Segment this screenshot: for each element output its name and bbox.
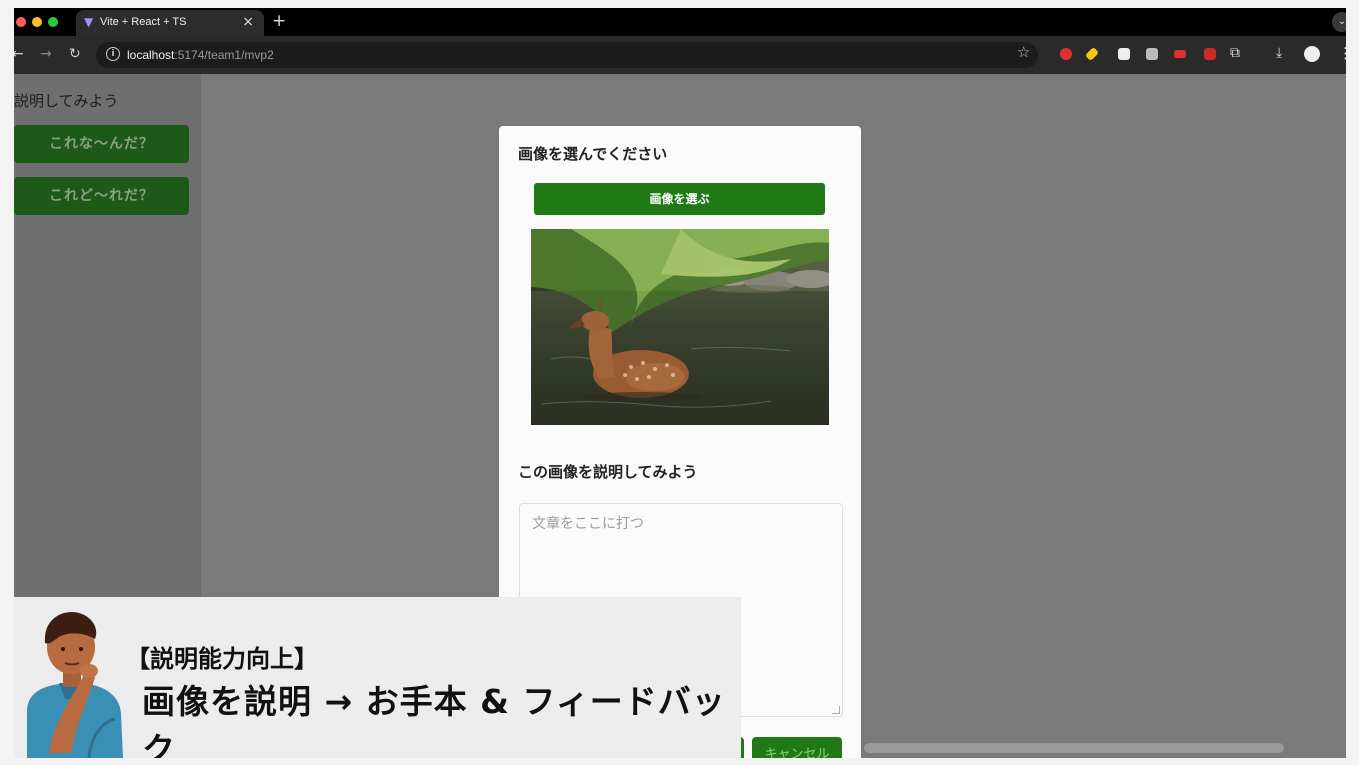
- url-text: localhost:5174/team1/mvp2: [127, 48, 274, 62]
- thinking-person-illustration: [27, 612, 123, 758]
- site-info-icon[interactable]: i: [106, 47, 120, 61]
- tab-search-icon[interactable]: ⌄: [1332, 12, 1346, 32]
- sidebar-item-kore-nanda[interactable]: これな〜んだ？: [14, 125, 189, 163]
- minimize-window-icon[interactable]: [32, 17, 42, 27]
- tab-close-icon[interactable]: ×: [242, 14, 254, 30]
- reload-icon[interactable]: ↻: [69, 46, 81, 62]
- sidebar-title: 説明してみよう: [14, 92, 119, 110]
- address-bar[interactable]: i localhost:5174/team1/mvp2: [96, 42, 1038, 68]
- profile-avatar-icon[interactable]: [1304, 46, 1320, 62]
- browser-toolbar: ← → ↻ i localhost:5174/team1/mvp2 ☆ ⧉ ⤓ …: [14, 36, 1346, 74]
- caption-line-1: 【説明能力向上】: [126, 645, 318, 673]
- browser-tab[interactable]: ▼ Vite + React + TS ×: [76, 10, 264, 36]
- extension-calendar-icon[interactable]: [1204, 48, 1216, 60]
- caption-line-2: 画像を説明 → お手本 & フィードバック: [142, 682, 726, 758]
- textarea-placeholder: 文章をここに打つ: [532, 516, 644, 532]
- modal-heading-describe: この画像を説明してみよう: [518, 463, 698, 481]
- extensions-puzzle-icon[interactable]: ⧉: [1230, 45, 1240, 61]
- url-host: localhost: [127, 48, 175, 62]
- horizontal-scrollbar[interactable]: [864, 743, 1284, 753]
- deer-photo: [531, 229, 829, 425]
- new-tab-button[interactable]: +: [272, 11, 286, 31]
- modal-heading-choose-image: 画像を選んでください: [518, 145, 668, 163]
- close-window-icon[interactable]: [16, 17, 26, 27]
- sidebar-item-kore-doreda[interactable]: これど〜れだ？: [14, 177, 189, 215]
- tab-title: Vite + React + TS: [100, 16, 187, 28]
- cancel-button[interactable]: キャンセル: [752, 737, 842, 758]
- download-icon[interactable]: ⤓: [1276, 45, 1282, 61]
- resize-handle-icon[interactable]: [832, 706, 840, 714]
- browser-menu-icon[interactable]: ⋮: [1338, 44, 1346, 62]
- screen: ▼ Vite + React + TS × + ⌄ ← → ↻ i localh…: [14, 8, 1346, 758]
- extension-red-icon[interactable]: [1174, 50, 1186, 58]
- browser-tab-bar: ▼ Vite + React + TS × + ⌄: [14, 8, 1346, 36]
- forward-arrow-icon[interactable]: →: [40, 46, 52, 62]
- choose-image-button[interactable]: 画像を選ぶ: [534, 183, 825, 215]
- caption-overlay: 【説明能力向上】 画像を説明 → お手本 & フィードバック: [14, 597, 741, 758]
- back-arrow-icon[interactable]: ←: [14, 46, 24, 62]
- extension-doc-icon[interactable]: [1146, 48, 1158, 60]
- extension-record-icon[interactable]: [1060, 48, 1072, 60]
- bookmark-star-icon[interactable]: ☆: [1017, 43, 1030, 61]
- url-path: :5174/team1/mvp2: [174, 48, 274, 62]
- vite-favicon-icon: ▼: [84, 15, 94, 29]
- extension-notion-icon[interactable]: [1118, 48, 1130, 60]
- extension-pen-icon[interactable]: [1084, 46, 1100, 62]
- maximize-window-icon[interactable]: [48, 17, 58, 27]
